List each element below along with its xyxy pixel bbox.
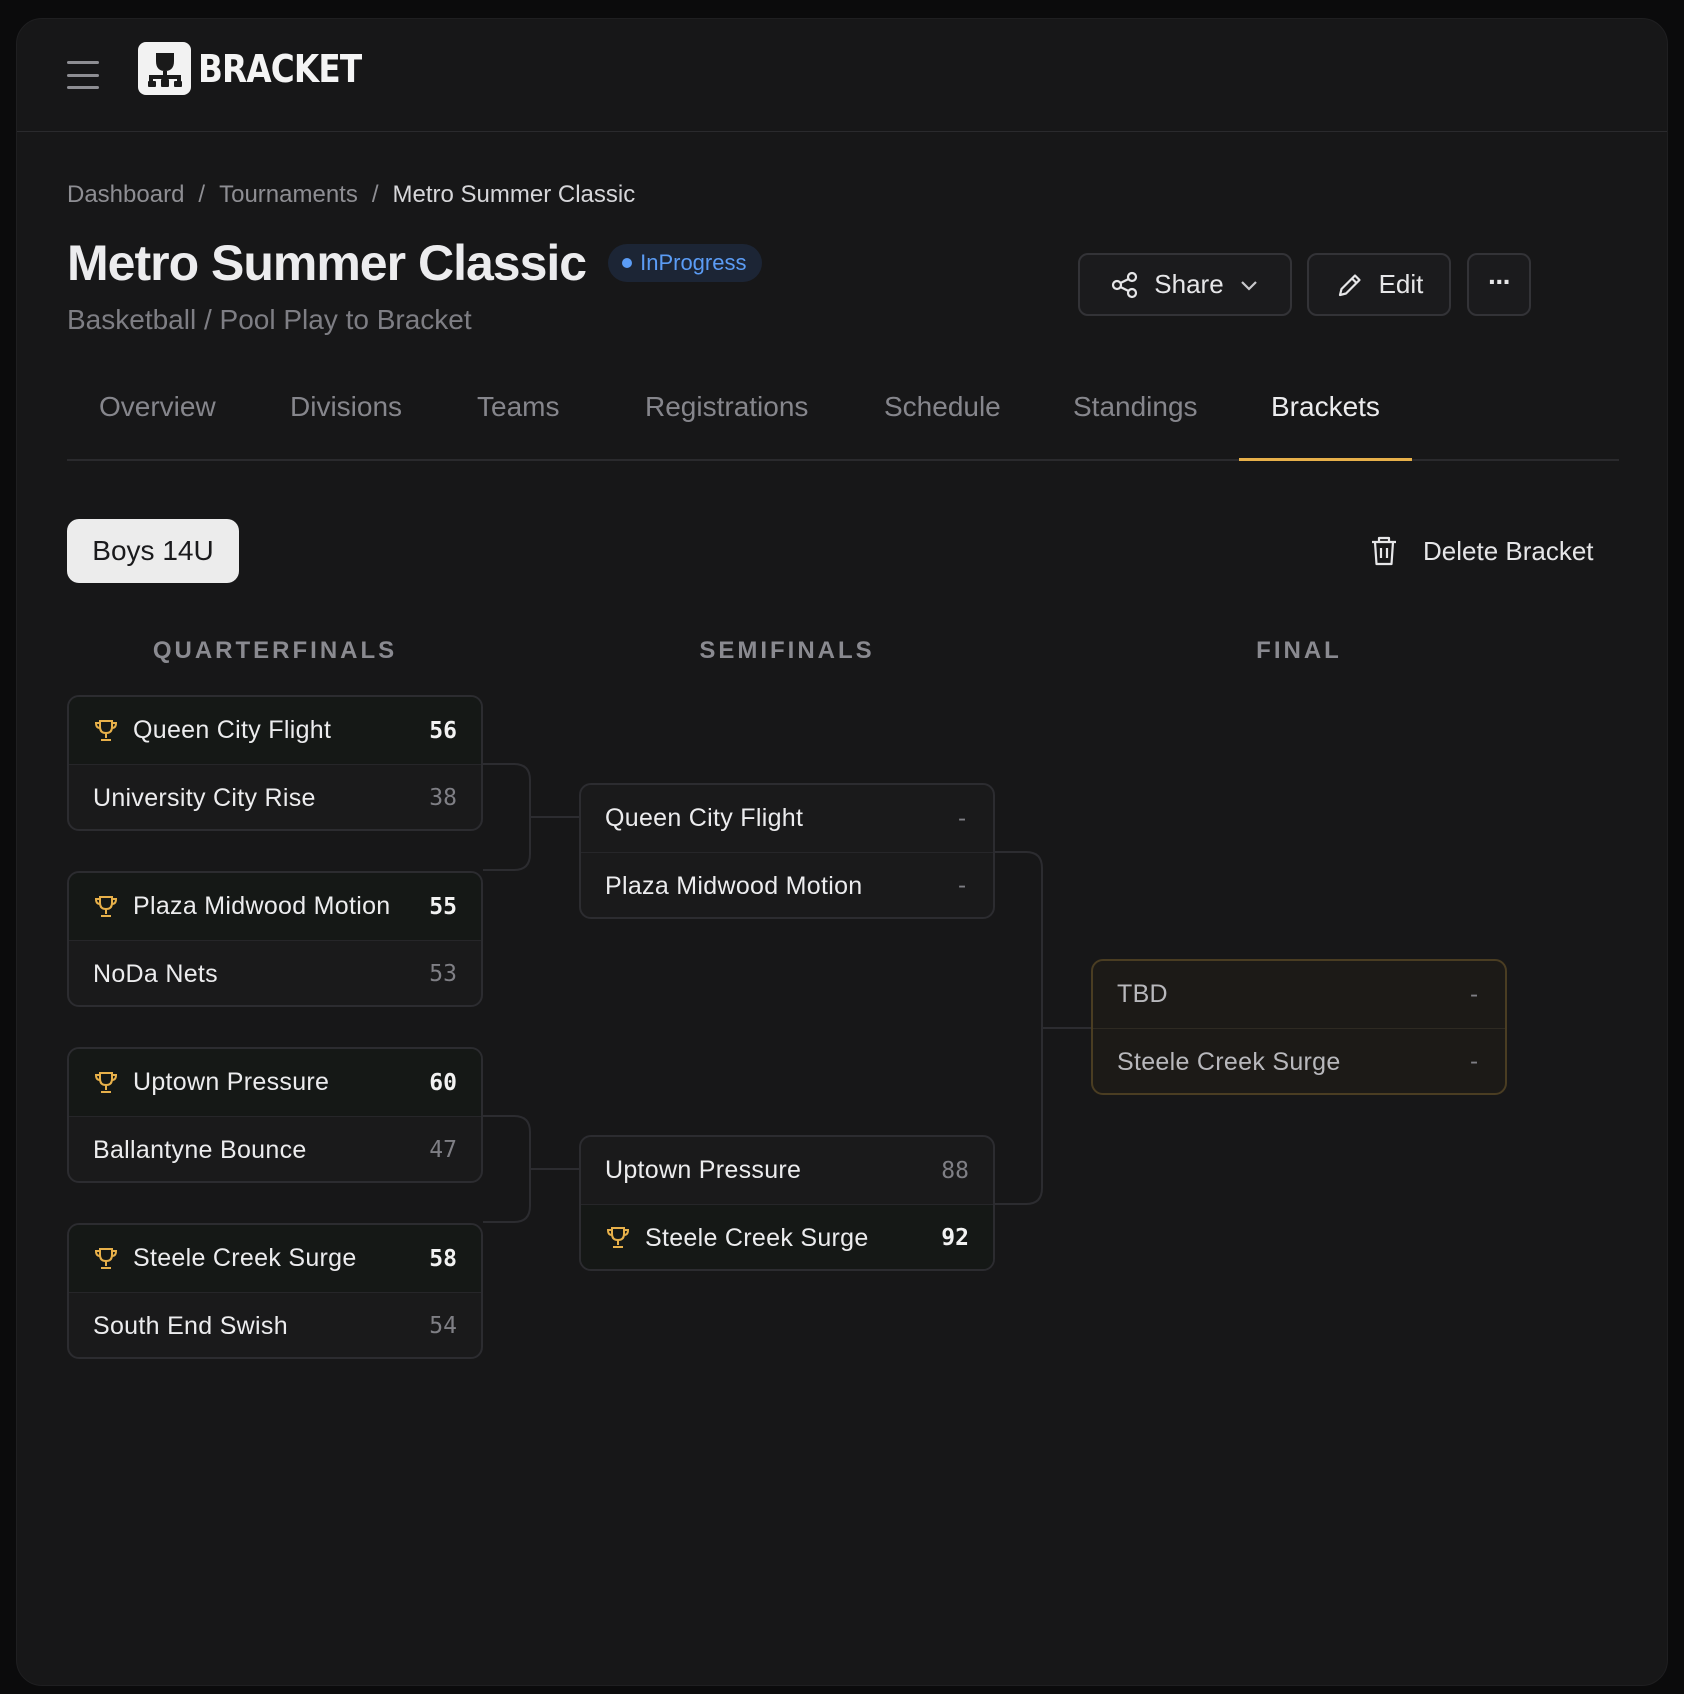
team-row[interactable]: Ballantyne Bounce 47 [69,1116,481,1181]
team-score: 54 [429,1313,457,1339]
team-row[interactable]: Plaza Midwood Motion - [581,852,993,917]
team-name: TBD [1117,980,1168,1008]
more-options-button[interactable]: ··· [1467,253,1531,316]
round-title-semifinals: SEMIFINALS [699,637,875,664]
tab-registrations[interactable]: Registrations [645,391,808,459]
team-score: 92 [941,1225,969,1251]
share-icon [1112,271,1138,298]
chevron-down-icon [1240,280,1257,291]
team-row[interactable]: Steele Creek Surge 92 [581,1204,993,1269]
team-row[interactable]: Uptown Pressure 88 [581,1137,993,1204]
team-score: - [955,805,969,832]
trophy-icon [93,894,119,920]
round-title-final: FINAL [1256,637,1342,664]
team-name: South End Swish [93,1311,288,1340]
breadcrumb-dashboard[interactable]: Dashboard [67,181,184,209]
breadcrumb-separator: / [371,181,379,208]
team-score: - [1467,981,1481,1008]
team-row[interactable]: Steele Creek Surge 58 [69,1225,481,1292]
page-subtitle: Basketball / Pool Play to Bracket [67,304,472,335]
team-name: University City Rise [93,783,316,812]
team-name: Ballantyne Bounce [93,1135,307,1164]
team-row[interactable]: NoDa Nets 53 [69,940,481,1005]
team-name: Steele Creek Surge [645,1223,869,1252]
team-score: 38 [429,785,457,811]
team-score: - [955,873,969,899]
tab-brackets[interactable]: Brackets [1239,391,1412,461]
delete-bracket-label: Delete Bracket [1423,535,1594,566]
more-icon: ··· [1488,265,1512,297]
breadcrumb-separator: / [198,181,206,208]
title-row: Metro Summer Classic InProgress [67,234,763,292]
logo[interactable]: BRACKET [138,42,388,95]
share-label: Share [1154,269,1224,299]
team-score: - [1467,1049,1481,1075]
breadcrumb-tournaments[interactable]: Tournaments [219,181,358,209]
team-row[interactable]: South End Swish 54 [69,1292,481,1357]
menu-icon[interactable] [67,61,99,89]
top-bar: BRACKET [17,19,1667,132]
trophy-icon [605,1225,631,1251]
team-name: Uptown Pressure [133,1068,330,1096]
qf-match-3[interactable]: Uptown Pressure 60 Ballantyne Bounce 47 [67,1047,483,1183]
team-score: 58 [429,1245,457,1272]
trash-icon [1372,536,1396,566]
team-score: 56 [429,717,457,744]
page-title: Metro Summer Classic [67,235,587,291]
team-score: 60 [429,1069,457,1096]
status-badge: InProgress [608,244,763,282]
team-row[interactable]: TBD - [1093,961,1505,1028]
tab-overview[interactable]: Overview [99,391,216,459]
team-row[interactable]: Queen City Flight - [581,785,993,852]
sf-match-1[interactable]: Queen City Flight - Plaza Midwood Motion… [579,783,995,919]
trophy-icon [93,1246,119,1272]
division-chip[interactable]: Boys 14U [67,519,239,583]
trophy-icon [93,718,119,744]
edit-label: Edit [1378,269,1424,299]
trophy-icon [93,1070,119,1096]
delete-bracket-button[interactable]: Delete Bracket [1369,529,1594,573]
trophy-bracket-icon [138,42,191,95]
team-name: Queen City Flight [133,716,332,744]
round-title-quarterfinals: QUARTERFINALS [152,637,398,664]
breadcrumb: Dashboard / Tournaments / Metro Summer C… [67,181,635,209]
team-score: 53 [429,961,457,987]
tab-bar: Overview Divisions Teams Registrations S… [67,391,1619,461]
final-match[interactable]: TBD - Steele Creek Surge - [1091,959,1507,1095]
team-row[interactable]: University City Rise 38 [69,764,481,829]
brand-name: BRACKET [198,46,362,91]
team-score: 55 [429,893,457,920]
app-window: BRACKET Dashboard / Tournaments / Metro … [16,18,1668,1686]
breadcrumb-current: Metro Summer Classic [392,181,636,208]
team-score: 47 [429,1137,457,1163]
team-name: Plaza Midwood Motion [133,892,391,920]
team-name: Steele Creek Surge [133,1244,357,1272]
tab-teams[interactable]: Teams [477,391,559,459]
team-name: Queen City Flight [605,804,804,832]
team-row[interactable]: Plaza Midwood Motion 55 [69,873,481,940]
team-row[interactable]: Queen City Flight 56 [69,697,481,764]
tab-schedule[interactable]: Schedule [884,391,1001,459]
team-score: 88 [941,1157,969,1184]
sf-match-2[interactable]: Uptown Pressure 88 Steele Creek Surge 92 [579,1135,995,1271]
status-label: InProgress [640,250,747,275]
tab-standings[interactable]: Standings [1073,391,1198,459]
tab-divisions[interactable]: Divisions [290,391,402,459]
qf-match-2[interactable]: Plaza Midwood Motion 55 NoDa Nets 53 [67,871,483,1007]
team-name: NoDa Nets [93,959,218,988]
qf-match-1[interactable]: Queen City Flight 56 University City Ris… [67,695,483,831]
team-row[interactable]: Uptown Pressure 60 [69,1049,481,1116]
team-name: Uptown Pressure [605,1156,802,1184]
status-dot-icon [622,258,633,268]
team-name: Steele Creek Surge [1117,1047,1341,1076]
qf-match-4[interactable]: Steele Creek Surge 58 South End Swish 54 [67,1223,483,1359]
team-name: Plaza Midwood Motion [605,871,863,900]
pencil-icon [1338,273,1361,296]
team-row[interactable]: Steele Creek Surge - [1093,1028,1505,1093]
edit-button[interactable]: Edit [1307,253,1451,316]
share-button[interactable]: Share [1078,253,1292,316]
